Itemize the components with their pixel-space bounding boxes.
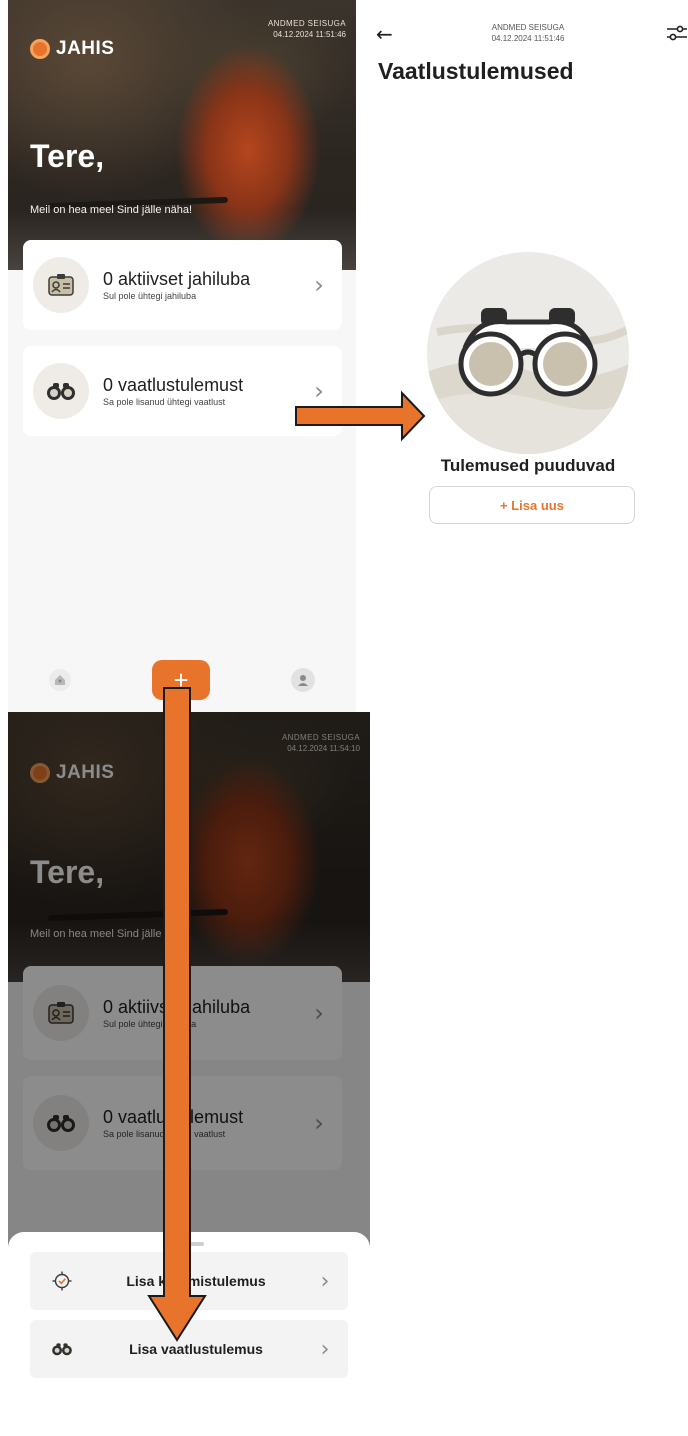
app-logo: JAHIS <box>30 38 114 60</box>
timestamp-label: ANDMED SEISUGA <box>267 19 346 28</box>
data-timestamp: ANDMED SEISUGA 04.12.2024 11:51:46 <box>458 22 598 44</box>
greeting-subtitle: Meil on hea meel Sind jälle näha! <box>30 204 193 216</box>
chevron-right-icon: › <box>314 377 324 405</box>
add-new-button[interactable]: + Lisa uus <box>429 486 635 524</box>
logo-mark-icon <box>30 39 50 59</box>
observations-title: 0 vaatlustulemust <box>103 375 244 395</box>
back-arrow-icon[interactable]: ← <box>376 22 393 46</box>
greeting: Tere, <box>30 138 105 174</box>
filter-icon[interactable] <box>666 24 688 42</box>
profile-icon[interactable] <box>291 668 316 692</box>
sheet-handle[interactable] <box>174 1242 204 1246</box>
id-card-icon <box>33 257 89 313</box>
permits-subtitle: Sul pole ühtegi jahiluba <box>103 291 197 301</box>
chevron-right-icon: › <box>314 271 324 299</box>
results-screen: ← ANDMED SEISUGA 04.12.2024 11:51:46 Vaa… <box>368 0 688 560</box>
page-title: Vaatlustulemused <box>378 58 574 84</box>
add-button[interactable]: + <box>151 660 210 700</box>
add-harvest-label: Lisa küttimistulemus <box>126 1273 266 1289</box>
data-timestamp: ANDMED SEISUGA 04.12.2024 11:51:46 <box>268 18 346 40</box>
chevron-right-icon: › <box>320 1268 330 1294</box>
bottom-nav: + <box>8 648 356 712</box>
timestamp-value: 04.12.2024 11:51:46 <box>491 34 565 43</box>
top-bar: ← ANDMED SEISUGA 04.12.2024 11:51:46 <box>368 18 688 54</box>
timestamp-value: 04.12.2024 11:51:46 <box>273 30 346 39</box>
add-bottom-sheet: Lisa küttimistulemus › Lisa vaatlustulem… <box>8 1232 370 1436</box>
add-harvest-option[interactable]: Lisa küttimistulemus › <box>30 1252 348 1310</box>
logo-text: JAHIS <box>56 38 115 59</box>
observations-card[interactable]: 0 vaatlustulemust Sa pole lisanud ühtegi… <box>23 346 342 436</box>
observations-subtitle: Sa pole lisanud ühtegi vaatlust <box>103 397 226 407</box>
empty-state-title: Tulemused puuduvad <box>440 456 616 475</box>
add-menu-screen: JAHIS ANDMED SEISUGA 04.12.2024 11:54:10… <box>8 712 370 1436</box>
binoculars-icon <box>427 308 629 454</box>
permits-title: 0 aktiivset jahiluba <box>103 269 251 289</box>
permits-card[interactable]: 0 aktiivset jahiluba Sul pole ühtegi jah… <box>23 240 342 330</box>
add-observation-label: Lisa vaatlustulemus <box>129 1341 263 1357</box>
home-icon[interactable] <box>48 669 71 691</box>
binoculars-icon <box>33 363 89 419</box>
timestamp-label: ANDMED SEISUGA <box>491 23 565 32</box>
empty-state-illustration <box>427 252 629 454</box>
binoculars-icon <box>42 1342 82 1356</box>
crosshair-icon <box>42 1271 82 1291</box>
chevron-right-icon: › <box>320 1336 330 1362</box>
home-screen: JAHIS ANDMED SEISUGA 04.12.2024 11:51:46… <box>8 0 356 712</box>
add-observation-option[interactable]: Lisa vaatlustulemus › <box>30 1320 348 1378</box>
